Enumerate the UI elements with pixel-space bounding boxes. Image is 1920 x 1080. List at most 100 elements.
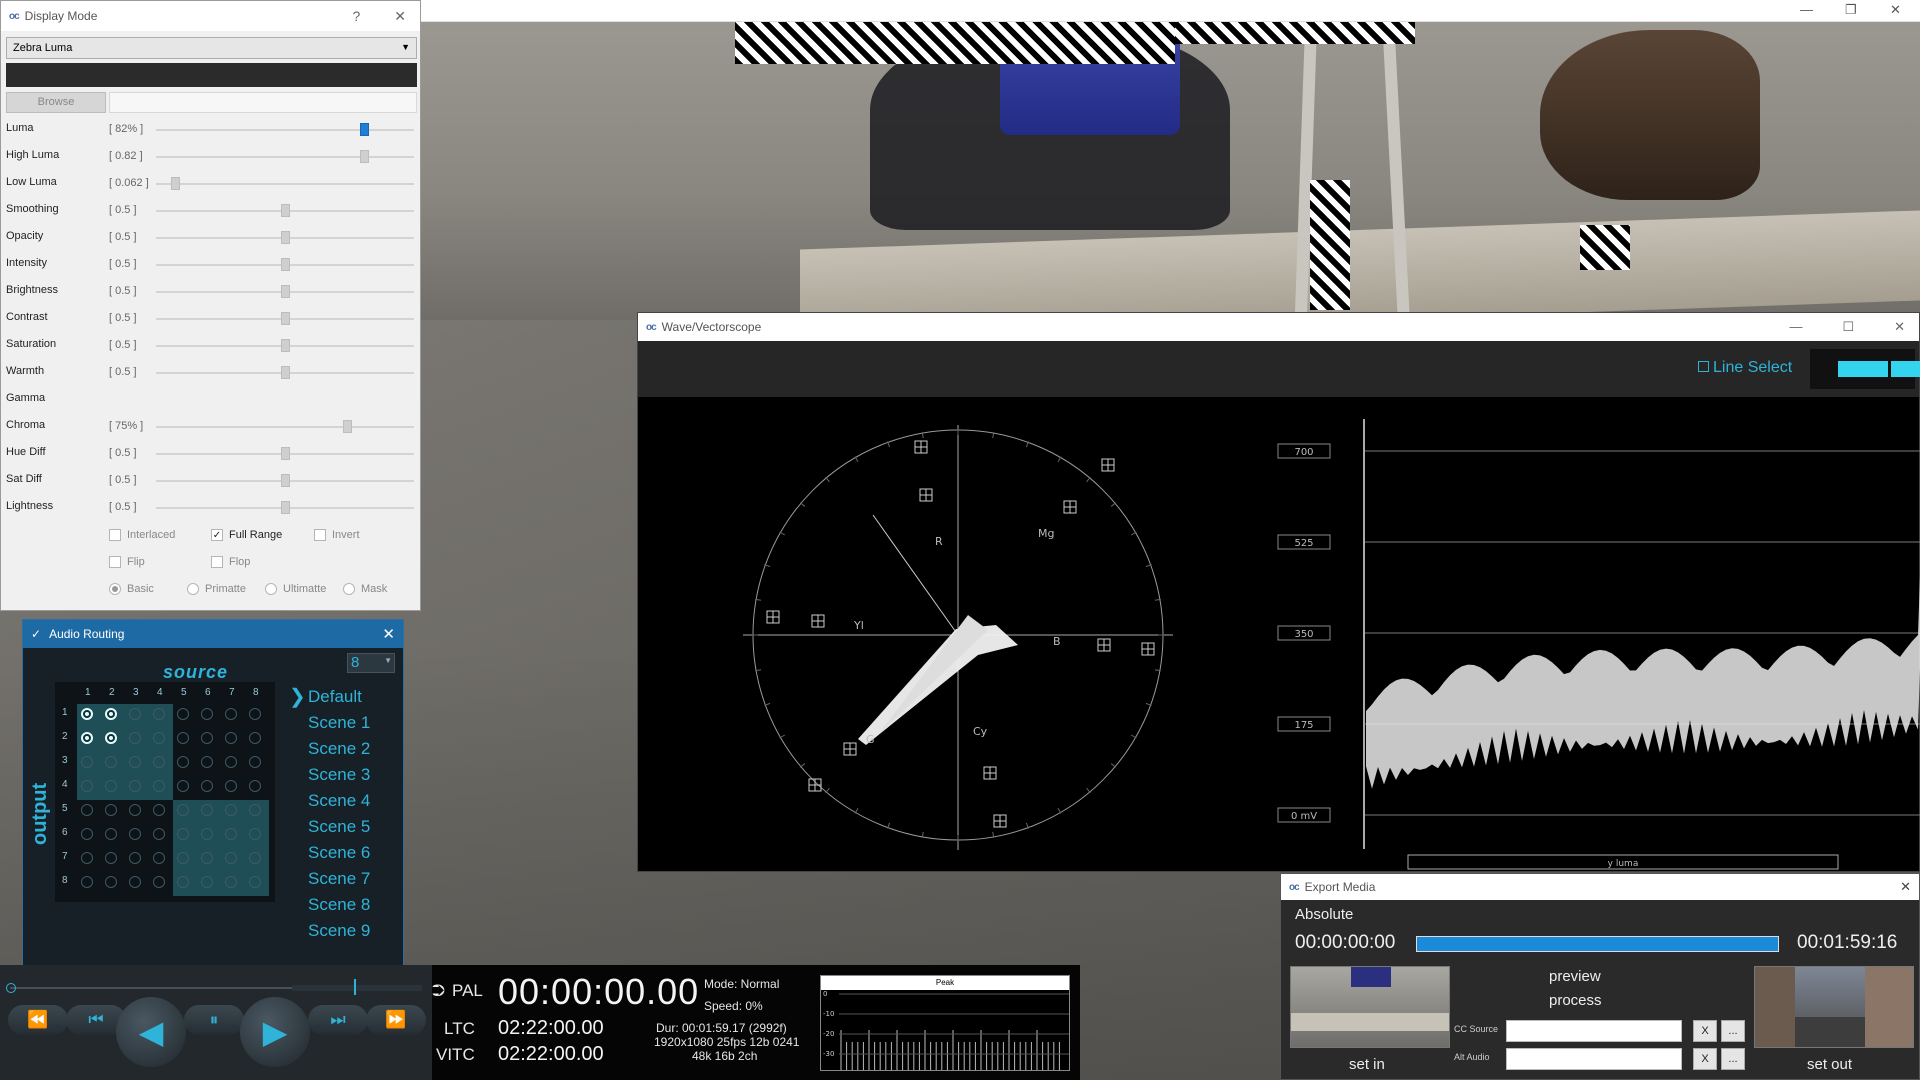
- slider-handle[interactable]: [281, 447, 290, 460]
- volume-handle[interactable]: [354, 979, 356, 995]
- scene-item[interactable]: Scene 6: [308, 843, 370, 863]
- timeline-scrubber[interactable]: [6, 979, 422, 995]
- routing-node[interactable]: [81, 804, 93, 816]
- routing-node[interactable]: [249, 708, 261, 720]
- param-slider[interactable]: [156, 312, 414, 325]
- option-checkbox[interactable]: ✓ Full Range: [211, 529, 282, 541]
- routing-node[interactable]: [225, 756, 237, 768]
- slider-handle[interactable]: [360, 150, 369, 163]
- routing-node[interactable]: [81, 708, 93, 720]
- channel-count-select[interactable]: 8 ▼: [347, 653, 395, 673]
- routing-node[interactable]: [201, 708, 213, 720]
- routing-node[interactable]: [177, 876, 189, 888]
- browse-button[interactable]: Browse: [6, 92, 106, 113]
- param-slider[interactable]: [156, 447, 414, 460]
- param-slider[interactable]: [156, 366, 414, 379]
- maximize-button[interactable]: ☐: [1842, 319, 1854, 335]
- routing-node[interactable]: [201, 828, 213, 840]
- mode-radio[interactable]: Primatte: [187, 583, 246, 595]
- routing-node[interactable]: [249, 876, 261, 888]
- param-slider[interactable]: [156, 258, 414, 271]
- routing-node[interactable]: [225, 804, 237, 816]
- set-out-button[interactable]: set out: [1807, 1056, 1852, 1073]
- routing-node[interactable]: [153, 756, 165, 768]
- routing-node[interactable]: [153, 804, 165, 816]
- routing-node[interactable]: [177, 828, 189, 840]
- routing-node[interactable]: [201, 780, 213, 792]
- slider-handle[interactable]: [281, 231, 290, 244]
- slider-handle[interactable]: [281, 312, 290, 325]
- routing-node[interactable]: [177, 708, 189, 720]
- set-in-button[interactable]: set in: [1349, 1056, 1385, 1073]
- option-checkbox[interactable]: Invert: [314, 529, 360, 541]
- mode-radio[interactable]: Mask: [343, 583, 387, 595]
- help-button[interactable]: ?: [352, 8, 360, 25]
- routing-node[interactable]: [81, 780, 93, 792]
- param-slider[interactable]: [156, 150, 414, 163]
- routing-node[interactable]: [225, 708, 237, 720]
- alt-audio-field[interactable]: [1506, 1048, 1682, 1070]
- volume-track[interactable]: [292, 985, 422, 991]
- routing-node[interactable]: [81, 732, 93, 744]
- routing-node[interactable]: [129, 708, 141, 720]
- mode-radio[interactable]: Ultimatte: [265, 583, 326, 595]
- routing-node[interactable]: [81, 876, 93, 888]
- routing-node[interactable]: [177, 852, 189, 864]
- scene-item[interactable]: Default: [308, 687, 362, 707]
- routing-node[interactable]: [153, 876, 165, 888]
- play-button[interactable]: ▶: [240, 997, 310, 1067]
- routing-node[interactable]: [153, 732, 165, 744]
- routing-node[interactable]: [105, 876, 117, 888]
- fast-forward-button[interactable]: ⏩: [366, 1005, 426, 1035]
- mode-radio[interactable]: Basic: [109, 583, 154, 595]
- param-slider[interactable]: [156, 123, 414, 136]
- routing-node[interactable]: [201, 876, 213, 888]
- display-mode-select[interactable]: Zebra Luma ▼: [6, 37, 417, 59]
- scene-item[interactable]: Scene 2: [308, 739, 370, 759]
- wave-title-bar[interactable]: oc Wave/Vectorscope — ☐ ✕: [638, 313, 1919, 341]
- param-slider[interactable]: [156, 420, 414, 433]
- slider-handle[interactable]: [281, 204, 290, 217]
- slider-handle[interactable]: [281, 285, 290, 298]
- slider-handle[interactable]: [360, 123, 369, 136]
- scene-item[interactable]: Scene 7: [308, 869, 370, 889]
- option-checkbox[interactable]: Flip: [109, 556, 145, 568]
- slider-handle[interactable]: [281, 339, 290, 352]
- routing-node[interactable]: [201, 804, 213, 816]
- routing-node[interactable]: [81, 828, 93, 840]
- scene-item[interactable]: Scene 9: [308, 921, 370, 941]
- routing-node[interactable]: [201, 852, 213, 864]
- cc-clear-button[interactable]: X: [1693, 1020, 1717, 1042]
- routing-node[interactable]: [105, 828, 117, 840]
- routing-node[interactable]: [129, 828, 141, 840]
- scene-item[interactable]: Scene 5: [308, 817, 370, 837]
- routing-node[interactable]: [249, 780, 261, 792]
- alt-audio-browse-button[interactable]: ...: [1721, 1048, 1745, 1070]
- scope-color-swatch[interactable]: [1810, 349, 1920, 389]
- param-slider[interactable]: [156, 204, 414, 217]
- routing-node[interactable]: [105, 852, 117, 864]
- param-slider[interactable]: [156, 231, 414, 244]
- line-select-toggle[interactable]: Line Select: [1698, 359, 1792, 377]
- preview-button[interactable]: preview: [1549, 968, 1601, 985]
- process-button[interactable]: process: [1549, 992, 1602, 1009]
- routing-node[interactable]: [81, 756, 93, 768]
- routing-node[interactable]: [177, 756, 189, 768]
- restore-button[interactable]: ❐: [1845, 2, 1857, 18]
- routing-node[interactable]: [153, 708, 165, 720]
- close-button[interactable]: ✕: [394, 8, 406, 25]
- audio-routing-title-bar[interactable]: ✓ Audio Routing ✕: [23, 620, 403, 648]
- minimize-button[interactable]: —: [1789, 319, 1802, 335]
- routing-node[interactable]: [177, 732, 189, 744]
- routing-node[interactable]: [201, 732, 213, 744]
- routing-node[interactable]: [153, 852, 165, 864]
- export-title-bar[interactable]: oc Export Media ✕: [1281, 874, 1919, 900]
- path-field[interactable]: [109, 92, 417, 113]
- scene-item[interactable]: Scene 4: [308, 791, 370, 811]
- param-slider[interactable]: [156, 339, 414, 352]
- slider-handle[interactable]: [281, 501, 290, 514]
- slider-handle[interactable]: [281, 258, 290, 271]
- routing-node[interactable]: [225, 732, 237, 744]
- routing-node[interactable]: [249, 852, 261, 864]
- routing-node[interactable]: [249, 828, 261, 840]
